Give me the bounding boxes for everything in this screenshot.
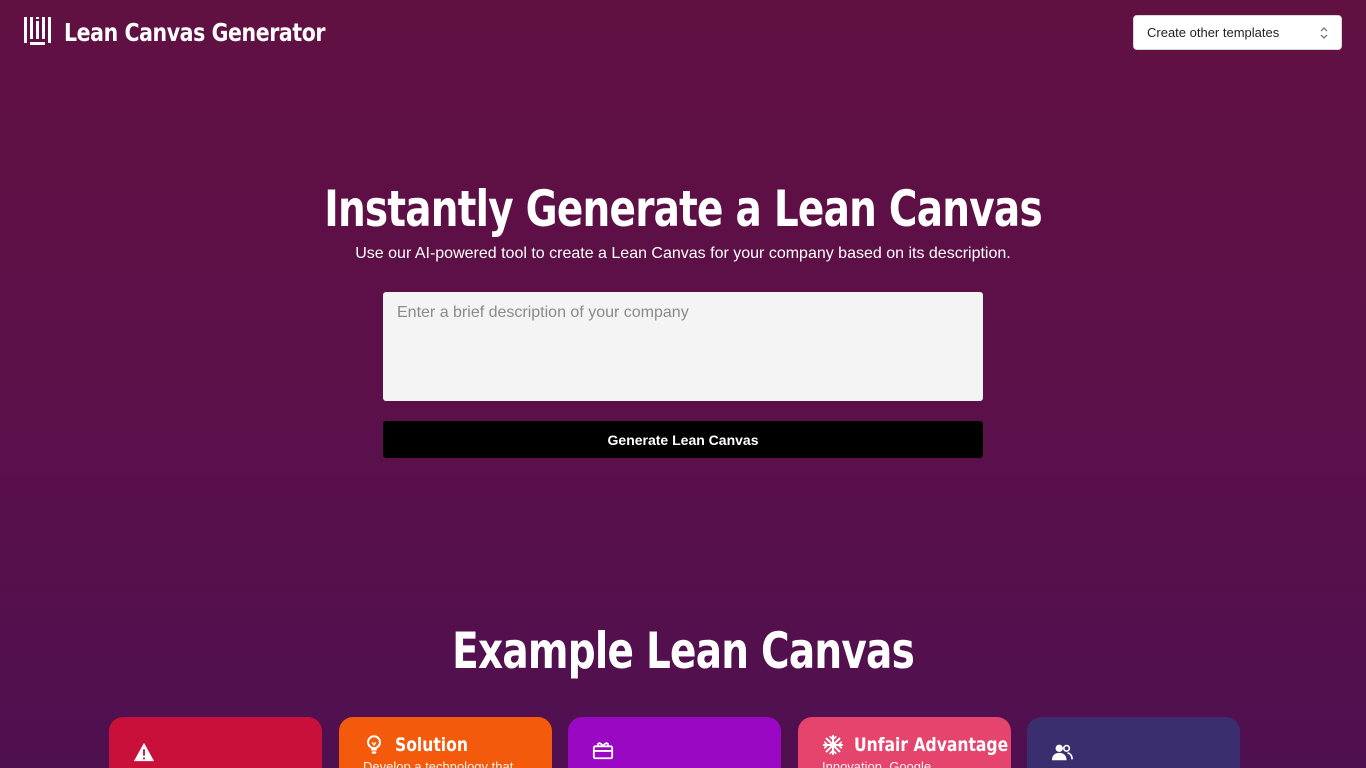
example-section-title: Example Lean Canvas bbox=[452, 622, 915, 680]
canvas-card-value bbox=[568, 717, 781, 768]
hero-title: Instantly Generate a Lean Canvas bbox=[324, 180, 1042, 238]
chevron-up-down-icon bbox=[1320, 27, 1328, 39]
canvas-card-unfair-advantage: Unfair Advantage Innovation, Google bbox=[798, 717, 1011, 768]
template-select-value: Create other templates bbox=[1147, 25, 1280, 40]
card-text: Develop a technology that bbox=[363, 759, 514, 768]
top-header: Lean Canvas Generator Create other templ… bbox=[0, 0, 1366, 70]
app-logo[interactable]: Lean Canvas Generator bbox=[24, 16, 382, 48]
users-icon bbox=[1051, 744, 1073, 761]
canvas-card-customers bbox=[1027, 717, 1240, 768]
lightbulb-icon bbox=[367, 735, 381, 754]
warning-icon bbox=[133, 742, 155, 762]
card-title: Unfair Advantage bbox=[854, 734, 1009, 756]
canvas-card-problem bbox=[109, 717, 322, 768]
card-title: Solution bbox=[395, 734, 468, 756]
create-templates-select[interactable]: Create other templates bbox=[1133, 15, 1342, 50]
app-title: Lean Canvas Generator bbox=[64, 17, 326, 47]
hero-subtitle: Use our AI-powered tool to create a Lean… bbox=[355, 245, 1011, 262]
example-canvas-cards: Solution Develop a technology that Unfai… bbox=[109, 717, 1240, 768]
snowflake-icon bbox=[822, 734, 844, 756]
card-text: Innovation, Google bbox=[822, 759, 932, 768]
bars-logo-icon bbox=[24, 17, 51, 45]
gift-icon bbox=[592, 742, 614, 760]
generate-lean-canvas-button[interactable]: Generate Lean Canvas bbox=[383, 421, 983, 458]
company-description-input[interactable] bbox=[383, 292, 983, 401]
canvas-card-solution: Solution Develop a technology that bbox=[339, 717, 552, 768]
